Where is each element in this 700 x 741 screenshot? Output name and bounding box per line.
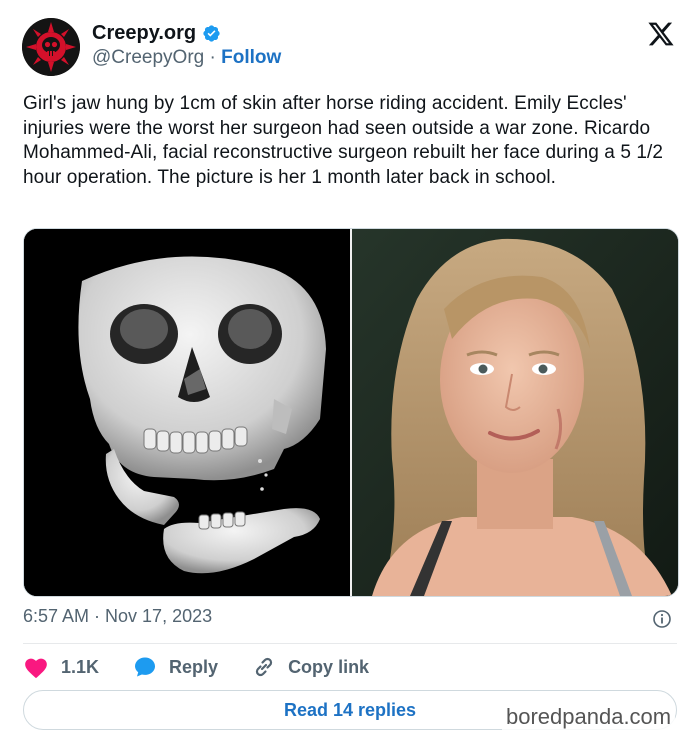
x-logo-icon[interactable] bbox=[646, 20, 676, 48]
link-icon bbox=[255, 657, 273, 677]
display-name-row[interactable]: Creepy.org bbox=[92, 22, 221, 45]
girl-portrait-image[interactable] bbox=[352, 229, 678, 596]
like-count: 1.1K bbox=[61, 656, 100, 677]
skull-ct-scan-image[interactable] bbox=[24, 229, 350, 596]
action-bar: 1.1K Reply Copy link bbox=[23, 654, 403, 680]
display-name[interactable]: Creepy.org bbox=[92, 22, 196, 45]
follow-button[interactable]: Follow bbox=[221, 47, 281, 68]
portrait-illustration bbox=[352, 229, 678, 596]
reply-button[interactable]: Reply bbox=[133, 655, 218, 679]
copy-link-label: Copy link bbox=[288, 656, 370, 677]
tweet-card: Creepy.org @CreepyOrg · Follow Girl's ja… bbox=[0, 0, 700, 741]
watermark: boredpanda.com bbox=[502, 704, 676, 730]
verified-badge-icon bbox=[203, 25, 220, 42]
handle-row: @CreepyOrg · Follow bbox=[92, 47, 281, 69]
skull-logo-icon bbox=[22, 18, 80, 76]
skull-illustration bbox=[24, 229, 350, 596]
info-icon[interactable] bbox=[652, 609, 672, 629]
divider-line bbox=[23, 643, 677, 644]
heart-icon bbox=[25, 658, 47, 679]
handle-separator: · bbox=[209, 47, 216, 68]
like-button[interactable]: 1.1K bbox=[23, 655, 99, 679]
reply-label: Reply bbox=[169, 656, 219, 677]
tweet-timestamp[interactable]: 6:57 AM · Nov 17, 2023 bbox=[23, 606, 212, 627]
tweet-media[interactable] bbox=[23, 228, 679, 597]
copy-link-button[interactable]: Copy link bbox=[252, 655, 369, 679]
speech-bubble-icon bbox=[135, 657, 156, 677]
read-replies-label: Read 14 replies bbox=[283, 699, 417, 720]
avatar[interactable] bbox=[22, 18, 80, 76]
tweet-text: Girl's jaw hung by 1cm of skin after hor… bbox=[23, 93, 664, 188]
handle[interactable]: @CreepyOrg bbox=[92, 47, 204, 68]
